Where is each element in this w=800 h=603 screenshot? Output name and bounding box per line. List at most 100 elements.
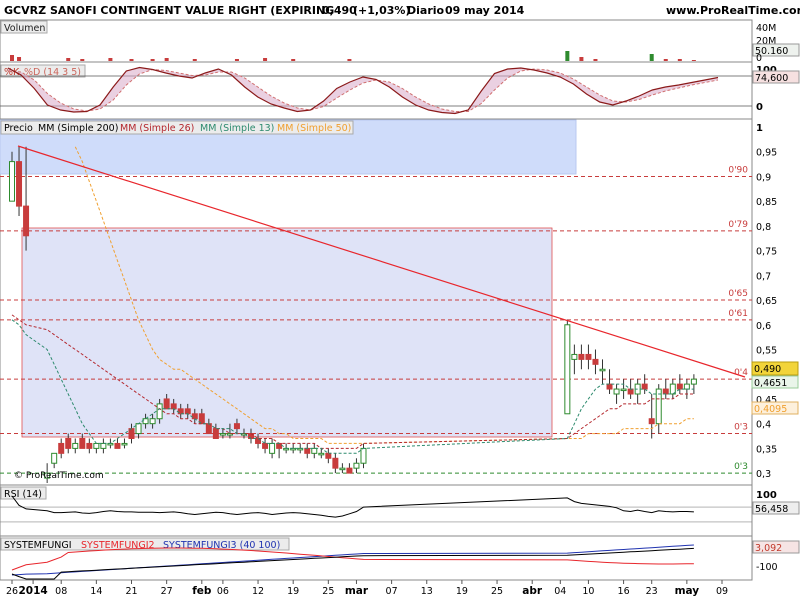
price-axis-tick: 0,65 [756, 296, 777, 307]
candle-body [662, 388, 669, 395]
price-axis-tick: 0,4 [756, 420, 771, 431]
volume-bar [565, 51, 570, 61]
price-level-label: 0'90 [728, 165, 748, 175]
date-tick-label: may [675, 585, 700, 597]
price-level-label: 0'65 [728, 289, 748, 299]
volume-axis-40m: 40M [756, 23, 776, 34]
candle-body [346, 467, 353, 474]
volume-bar [108, 58, 113, 61]
price-axis-tick: 0,75 [756, 247, 777, 258]
date-tick-label: 27 [161, 586, 173, 597]
candle-body [578, 353, 585, 360]
date-tick-label: 19 [287, 586, 299, 597]
volume-bar [593, 59, 598, 61]
rsi-legend-label: RSI (14) [4, 489, 42, 500]
price-legend-mm26: MM (Simple 26) [120, 123, 194, 134]
price-legend-mm200: MM (Simple 200) [38, 123, 118, 134]
date-tick-label: 10 [582, 586, 594, 597]
date-tick-label: mar [345, 585, 369, 597]
candle-body [304, 447, 311, 454]
volume-bar [192, 59, 197, 61]
volume-panel [0, 19, 753, 63]
mm13-price-text: 0,4651 [754, 378, 787, 389]
candle-body [311, 447, 318, 454]
header-period: Diario [407, 4, 445, 17]
systemfungi-legend-1: SYSTEMFUNGI [4, 540, 72, 551]
systemfungi-legend: SYSTEMFUNGI SYSTEMFUNGI2 SYSTEMFUNGI3 (4… [0, 537, 290, 551]
volume-bar [579, 57, 584, 61]
candle-body [318, 452, 325, 456]
price-axis-tick: 0,95 [756, 148, 777, 159]
candle-body [184, 408, 191, 415]
date-tick-label: 14 [90, 586, 102, 597]
price-axis-tick: 0,35 [756, 444, 777, 455]
stoch-value-tag: 74,600 [755, 73, 788, 84]
volume-bar [164, 58, 169, 61]
price-level-label: 0'3 [734, 423, 748, 433]
candle-body [51, 452, 58, 464]
date-tick-label: 12 [252, 586, 264, 597]
date-tick-label: 08 [55, 586, 67, 597]
header-change: (+1,03%) [353, 4, 410, 17]
price-axis-tick: 0,8 [756, 222, 771, 233]
stoch-axis-0: 0 [756, 102, 763, 113]
candle-body [93, 442, 100, 449]
candle-body [599, 368, 606, 372]
price-axis-tick: 0,55 [756, 346, 777, 357]
header-name: SANOFI CONTINGENT VALUE RIGHT (EXPIRING [50, 4, 334, 17]
price-axis-tick: 1 [756, 123, 763, 134]
systemfungi-value-tag: 3,092 [755, 543, 782, 554]
candle-body [648, 418, 655, 425]
candle-body [627, 388, 634, 395]
candle-body [683, 383, 690, 390]
candle-body [79, 438, 86, 449]
candle-body [592, 358, 599, 365]
candle-body [170, 403, 177, 410]
candle-body [332, 457, 339, 469]
candle-body [585, 353, 592, 360]
date-tick-label: 26 [6, 586, 18, 597]
volume-bar [663, 59, 668, 61]
volume-bar [649, 54, 654, 61]
volume-bar [347, 59, 352, 61]
candle-body [269, 442, 276, 454]
rsi-axis-100: 100 [756, 490, 777, 501]
volume-legend-label: Volumen [4, 23, 45, 34]
candle-body [23, 205, 30, 237]
candle-body [606, 383, 613, 390]
candle-body [72, 442, 79, 449]
candle-body [86, 442, 93, 449]
price-axis-tick: 0,9 [756, 172, 771, 183]
date-tick-label: 07 [386, 586, 398, 597]
date-tick-label: 23 [646, 586, 658, 597]
candle-body [114, 442, 121, 449]
candle-body [360, 447, 367, 464]
volume-bar [677, 59, 682, 61]
price-axis-tick: 0,85 [756, 197, 777, 208]
volume-bar [10, 55, 14, 61]
candle-body [219, 433, 226, 436]
date-axis: 26 2014 08 14 21 27 feb 06 12 19 25 mar 07 13 19 25 abr 0… [6, 580, 728, 597]
candle-body [156, 403, 163, 420]
candle-body [571, 353, 578, 360]
candle-body [9, 161, 15, 202]
header-price: 0,490 [322, 4, 357, 17]
date-tick-label: feb [192, 585, 212, 597]
candle-body [16, 161, 23, 207]
candle-body [163, 398, 170, 410]
candle-body [620, 388, 627, 392]
volume-bar [291, 59, 296, 61]
price-axis-tick: 0,6 [756, 321, 771, 332]
rsi-value-tag: 56,458 [755, 504, 788, 515]
price-legend-mm50: MM (Simple 50) [277, 123, 351, 134]
date-tick-label: 25 [491, 586, 503, 597]
price-level-label: 0'3 [734, 462, 748, 472]
candle-body [233, 423, 240, 430]
candle-body [121, 442, 128, 446]
date-tick-label: 2014 [18, 585, 47, 597]
date-tick-label: 25 [322, 586, 334, 597]
candle-body [353, 462, 360, 469]
date-tick-label: 13 [421, 586, 433, 597]
volume-legend: Volumen [0, 20, 48, 34]
volume-bar [17, 57, 22, 61]
